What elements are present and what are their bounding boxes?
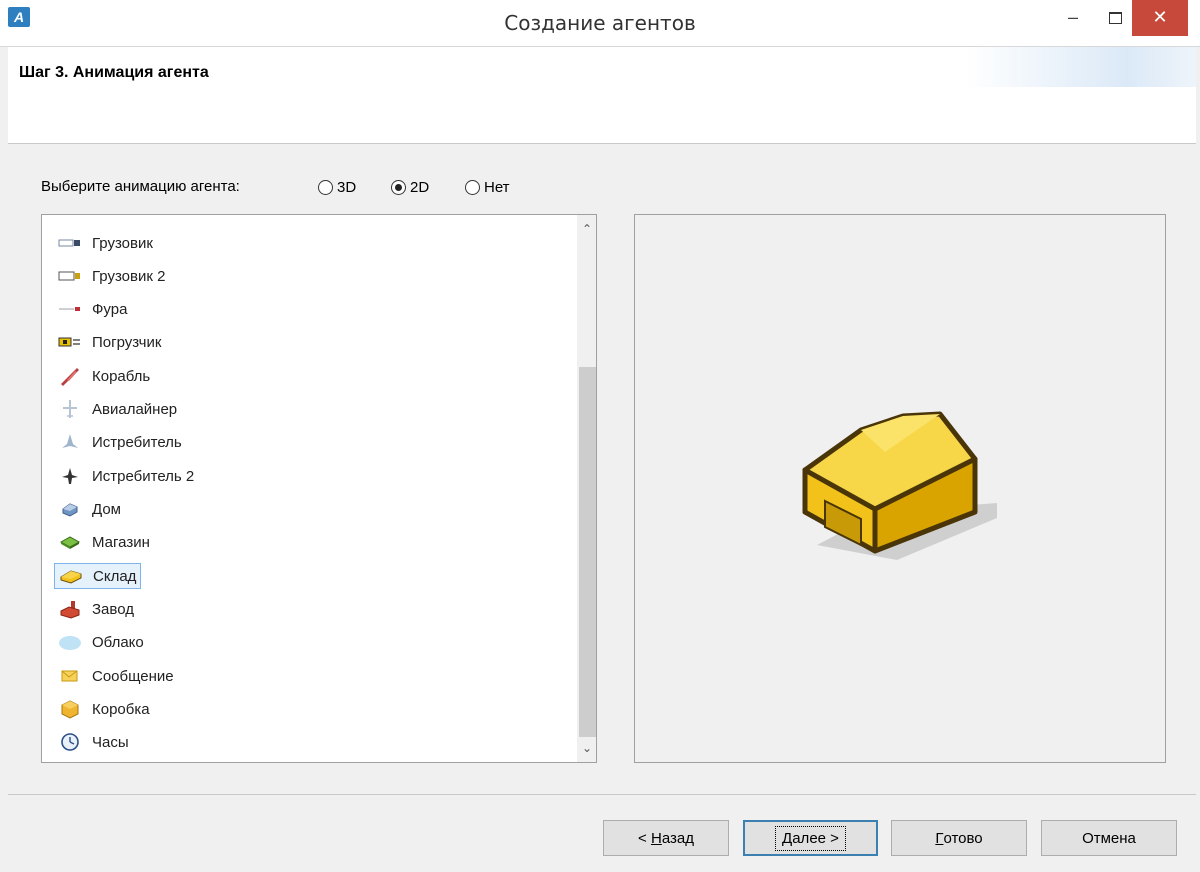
cancel-button[interactable]: Отмена	[1041, 820, 1177, 856]
lorry-icon	[58, 300, 82, 318]
factory-icon	[58, 600, 82, 619]
next-button-focus: Далее >	[775, 825, 846, 851]
list-item-label: Дом	[92, 500, 121, 518]
list-item[interactable]: Корабль	[54, 363, 154, 389]
airliner-icon	[58, 400, 82, 418]
preview-panel	[634, 214, 1166, 763]
list-item[interactable]: Фура	[54, 296, 131, 322]
cloud-icon	[58, 633, 82, 651]
next-button[interactable]: Далее >	[743, 820, 878, 856]
list-item[interactable]: Грузовик	[54, 230, 157, 256]
list-item[interactable]: Истребитель 2	[54, 463, 198, 489]
list-item[interactable]: Авиалайнер	[54, 396, 181, 422]
animation-list-items: Грузовик Грузовик 2 Фура Погрузчик Кораб…	[42, 215, 576, 762]
clock-icon	[58, 733, 82, 751]
list-item[interactable]: Часы	[54, 729, 133, 755]
radio-3d-circle[interactable]	[318, 179, 333, 195]
list-item[interactable]: Истребитель	[54, 429, 186, 455]
list-item-label: Корабль	[92, 367, 151, 385]
list-item[interactable]: Сообщение	[54, 663, 178, 689]
list-item-label: Коробка	[92, 700, 150, 718]
list-item-label: Часы	[92, 733, 129, 751]
radio-2d-circle[interactable]	[391, 179, 406, 195]
header-decoration	[966, 47, 1196, 87]
list-item-label: Сообщение	[92, 667, 174, 685]
window-title: Создание агентов	[504, 11, 696, 35]
scroll-thumb[interactable]	[579, 367, 596, 737]
warehouse-preview-icon	[802, 411, 997, 560]
list-scrollbar[interactable]: ⌃ ⌄	[577, 215, 596, 762]
list-item-label: Магазин	[92, 533, 150, 551]
list-item-label: Авиалайнер	[92, 400, 178, 418]
finish-button-label: отово	[943, 829, 983, 847]
house-icon	[58, 500, 82, 518]
list-item[interactable]: Облако	[54, 629, 148, 655]
fighter-icon	[58, 433, 82, 451]
message-icon	[58, 667, 82, 685]
ship-icon	[58, 367, 82, 386]
box-icon	[58, 700, 82, 719]
warehouse-icon	[59, 567, 83, 585]
animation-list[interactable]: Грузовик Грузовик 2 Фура Погрузчик Кораб…	[41, 214, 597, 763]
list-item[interactable]: Магазин	[54, 529, 154, 555]
list-item[interactable]: Погрузчик	[54, 329, 165, 355]
wizard-header: Шаг 3. Анимация агента	[8, 47, 1196, 144]
list-item-label: Грузовик	[92, 234, 153, 252]
list-item[interactable]: Дом	[54, 496, 125, 522]
maximize-icon	[1108, 12, 1122, 25]
finish-button-hotkey: Г	[935, 829, 944, 847]
scroll-up-arrow-icon[interactable]: ⌃	[577, 219, 596, 239]
truck-icon	[58, 234, 82, 252]
radio-2d[interactable]: 2D	[391, 177, 429, 197]
minimize-button[interactable]: –	[1052, 0, 1094, 36]
back-button[interactable]: < Назад	[603, 820, 729, 856]
next-button-hotkey: Д	[782, 829, 793, 847]
list-item-label: Грузовик 2	[92, 267, 166, 285]
radio-none-circle[interactable]	[465, 179, 480, 195]
list-item-label: Истребитель 2	[92, 467, 195, 485]
fighter-2-icon	[58, 467, 82, 485]
shop-icon	[58, 533, 82, 551]
list-item[interactable]: Коробка	[54, 696, 154, 722]
next-button-label: алее >	[792, 829, 839, 847]
radio-3d[interactable]: 3D	[318, 177, 356, 197]
list-item[interactable]: Склад	[54, 563, 142, 589]
finish-button[interactable]: Готово	[891, 820, 1027, 856]
back-button-label: азад	[661, 829, 694, 847]
title-bar: A Создание агентов – ✕	[0, 0, 1200, 47]
list-item[interactable]: Завод	[54, 596, 138, 622]
list-item-label: Склад	[93, 567, 137, 585]
animation-choice-label: Выберите анимацию агента:	[41, 178, 240, 195]
back-button-prefix: <	[638, 829, 651, 847]
list-item-label: Завод	[92, 600, 134, 618]
radio-none-label: Нет	[484, 178, 510, 196]
list-item-label: Облако	[92, 633, 144, 651]
radio-none[interactable]: Нет	[465, 177, 510, 197]
forklift-icon	[58, 333, 82, 351]
list-item-label: Погрузчик	[92, 333, 162, 351]
radio-2d-label: 2D	[410, 178, 430, 196]
list-item-label: Истребитель	[92, 433, 182, 451]
close-button[interactable]: ✕	[1132, 0, 1188, 36]
cancel-button-label: Отмена	[1082, 829, 1136, 847]
truck-2-icon	[58, 267, 82, 285]
scroll-down-arrow-icon[interactable]: ⌄	[577, 738, 596, 758]
step-title: Шаг 3. Анимация агента	[19, 64, 209, 81]
list-item-label: Фура	[92, 300, 128, 318]
back-button-hotkey: Н	[650, 829, 662, 847]
maximize-button[interactable]	[1094, 0, 1136, 36]
list-item[interactable]: Грузовик 2	[54, 263, 169, 289]
footer-separator	[8, 794, 1196, 795]
radio-3d-label: 3D	[337, 178, 357, 196]
